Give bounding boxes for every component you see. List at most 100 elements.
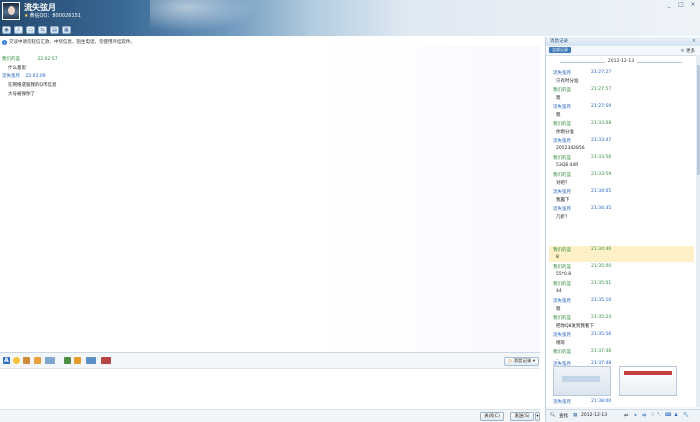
voice-icon[interactable]: ♪	[14, 26, 23, 34]
message-input[interactable]	[0, 369, 540, 409]
video-icon[interactable]: ◉	[2, 26, 11, 34]
history-sender: 我们的蓝	[553, 282, 571, 287]
close-icon[interactable]: ×	[692, 37, 696, 46]
history-entry-header: 流失弦月 21:33:47	[553, 138, 611, 144]
history-time: 21:34:46	[591, 247, 612, 252]
message-history-label: 消息记录	[513, 359, 532, 364]
history-entry-body: 2052342856	[556, 146, 585, 151]
keyboard-icon[interactable]: ⌨	[665, 413, 672, 418]
history-time: 21:33:08	[591, 121, 612, 126]
history-time: 21:33:59	[591, 172, 612, 177]
message-body: 在网络遗留我的Q币信息	[8, 83, 57, 88]
message-sender: 我们的蓝	[2, 57, 20, 62]
history-entry-body: 8	[556, 255, 559, 260]
magic-emoji-icon[interactable]	[23, 357, 30, 364]
history-entry-body: 你刚分准	[556, 130, 574, 135]
maximize-button[interactable]: □	[676, 1, 686, 9]
avatar[interactable]	[2, 2, 20, 20]
close-window-button[interactable]: ×	[688, 1, 698, 9]
history-time: 21:33:56	[591, 155, 612, 160]
info-icon: i	[2, 39, 7, 45]
voice-message-icon[interactable]	[45, 357, 55, 364]
history-time: 21:33:47	[591, 138, 612, 143]
header-decoration	[150, 0, 270, 36]
history-entry-header: 我们的蓝 21:35:00	[553, 264, 611, 270]
minimize-button[interactable]: _	[664, 1, 674, 9]
history-sender: 我们的蓝	[553, 156, 571, 161]
image-icon[interactable]	[64, 357, 71, 364]
history-sender: 流失弦月	[553, 207, 571, 212]
history-entry-header: 流失弦月 21:34:05	[553, 189, 611, 195]
app-icon[interactable]: ▦	[62, 26, 71, 34]
history-list[interactable]: 2012-12-13 流失弦月 21:27:27 只有时分准 我们的蓝 21:27:…	[546, 55, 696, 407]
moon-icon[interactable]: ☽	[650, 413, 654, 418]
history-footer: 🔍︎ 查找 ▦ 2012-12-13 ⏮ ◂ 中 ☽ °, ⌨ ♟ 🔧︎	[546, 409, 700, 422]
send-button[interactable]: 发送(S)	[510, 412, 534, 421]
window-controls: _ □ ×	[664, 1, 698, 9]
history-entry-header: 流失弦月 21:34:35	[553, 206, 611, 212]
tab-all-records[interactable]: 全部记录	[549, 47, 571, 53]
history-entry-body: 53Q8 44R	[556, 163, 579, 168]
ime-icon[interactable]: 中	[642, 413, 647, 419]
message-sender: 流失弦月	[2, 74, 20, 79]
message-time: 22:02:57	[37, 57, 58, 62]
vip-star-icon: ★	[24, 13, 29, 19]
history-sender: 我们的蓝	[553, 350, 571, 355]
contact-qq: 黄钻QQ：800026151	[29, 13, 81, 19]
history-entry-header: 我们的蓝 21:33:56	[553, 155, 611, 161]
wrench-icon[interactable]: 🔧︎	[683, 413, 689, 418]
history-sender: 流失弦月	[553, 139, 571, 144]
history-entry-header: 我们的蓝 21:27:57	[553, 87, 611, 93]
file-transfer-icon[interactable]: ▭	[26, 26, 35, 34]
screenshot-thumbnail[interactable]	[619, 366, 677, 396]
history-sender: 我们的蓝	[553, 122, 571, 127]
history-entry-header: 流失弦月 21:35:56	[553, 332, 611, 338]
first-page-icon[interactable]: ⏮	[624, 413, 628, 419]
history-time: 21:37:46	[591, 349, 612, 354]
history-sender: 我们的蓝	[553, 248, 571, 253]
emoji-icon[interactable]	[13, 357, 20, 364]
message-time: 22:03:09	[25, 74, 46, 79]
punctuation-icon[interactable]: °,	[657, 413, 661, 418]
remote-assist-icon[interactable]: ⇆	[38, 26, 47, 34]
history-entry-body: 嗯	[556, 96, 561, 101]
gift-icon[interactable]	[101, 357, 111, 364]
history-entry-header: 流失弦月 21:27:59	[553, 104, 611, 110]
history-entry-header: 我们的蓝 21:33:08	[553, 121, 611, 127]
history-time: 21:27:57	[591, 87, 612, 92]
search-icon[interactable]: 🔍︎	[550, 413, 556, 418]
calendar-icon[interactable]: ▦	[573, 413, 577, 418]
chat-window-header: 流失弦月 ★黄钻QQ：800026151 _ □ × ◉ ♪ ▭ ⇆ ▤ ▦	[0, 0, 700, 36]
chevron-down-icon: ▾	[532, 359, 536, 364]
history-entry-body: 只有时分准	[556, 79, 579, 84]
history-time: 21:35:56	[591, 332, 612, 337]
history-entry-body: 几折？	[556, 215, 570, 220]
history-scrollbar[interactable]	[696, 55, 700, 407]
clock-icon: ◷	[508, 359, 512, 364]
screenshot-icon[interactable]	[74, 357, 81, 364]
share-icon[interactable]: ▤	[50, 26, 59, 34]
history-entry-body: 55*0.8	[556, 272, 572, 277]
shake-icon[interactable]	[34, 357, 41, 364]
music-icon[interactable]	[86, 357, 96, 364]
screenshot-thumbnail[interactable]	[553, 366, 611, 396]
more-button[interactable]: ⚙ 更多	[681, 48, 695, 54]
user-icon[interactable]: ♟	[674, 413, 678, 418]
history-entry-body: 稍等	[556, 341, 565, 346]
message-body: 大号被保你了	[8, 92, 35, 97]
close-button[interactable]: 关闭(C)	[480, 412, 504, 421]
font-icon[interactable]: A	[3, 357, 10, 364]
edit-toolbar: A ◷ 消息记录 ▾	[0, 353, 540, 369]
history-entry-body: 嗯	[556, 307, 561, 312]
history-entry-header: 流失弦月 21:38:00	[553, 399, 611, 405]
history-entry-body: 44	[556, 289, 562, 294]
bottom-bar: 关闭(C) 发送(S) ▾	[0, 409, 540, 422]
history-entry-header: 我们的蓝 21:37:46	[553, 349, 611, 355]
send-options-chevron-icon[interactable]: ▾	[535, 412, 540, 421]
history-entry-header: 流失弦月 21:35:10	[553, 298, 611, 304]
message-history-button[interactable]: ◷ 消息记录 ▾	[504, 357, 540, 366]
chat-message-area[interactable]: 我们的蓝 22:02:57 什么意思 流失弦月 22:03:09 在网络遗留我的…	[0, 46, 540, 352]
date-picker[interactable]: 2012-12-13	[581, 413, 607, 418]
search-label[interactable]: 查找	[559, 413, 568, 419]
prev-page-icon[interactable]: ◂	[634, 413, 636, 418]
